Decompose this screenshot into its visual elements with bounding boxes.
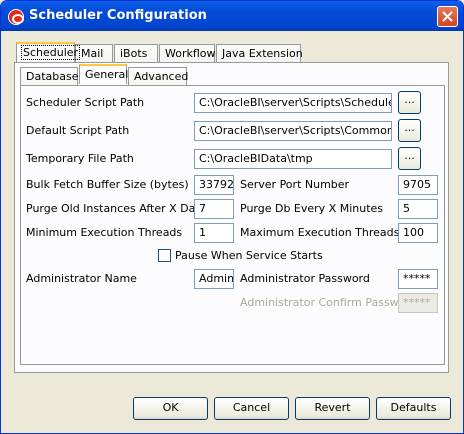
tab-scheduler[interactable]: Scheduler <box>16 42 81 62</box>
administrator-confirm-password-input: ***** <box>398 293 438 313</box>
administrator-name-label: Administrator Name <box>26 272 137 285</box>
scheduler-script-path-input[interactable]: C:\OracleBI\server\Scripts\Scheduler <box>194 93 392 113</box>
browse-default-script-path-button[interactable]: ... <box>398 119 421 142</box>
max-execution-threads-input[interactable]: 100 <box>398 223 438 243</box>
cancel-button[interactable]: Cancel <box>214 397 289 420</box>
tab-general[interactable]: General <box>79 64 128 84</box>
pause-when-service-starts-checkbox[interactable] <box>158 249 171 262</box>
tab-java-extension[interactable]: Java Extension <box>216 44 303 64</box>
purge-old-instances-input[interactable]: 7 <box>194 199 234 219</box>
pause-when-service-starts-label: Pause When Service Starts <box>175 249 323 262</box>
close-icon <box>442 11 453 22</box>
administrator-name-input[interactable]: Admini <box>194 269 234 289</box>
purge-old-instances-label: Purge Old Instances After X Days <box>26 202 208 215</box>
scheduler-configuration-window: Scheduler Configuration Scheduler Mail i… <box>0 0 464 434</box>
title-bar[interactable]: Scheduler Configuration <box>1 1 463 31</box>
min-execution-threads-label: Minimum Execution Threads <box>26 226 183 239</box>
close-button[interactable] <box>437 6 458 27</box>
administrator-confirm-password-label: Administrator Confirm Password <box>240 296 417 309</box>
max-execution-threads-label: Maximum Execution Threads <box>240 226 400 239</box>
tab-mail[interactable]: Mail <box>75 44 113 64</box>
min-execution-threads-input[interactable]: 1 <box>194 223 234 243</box>
purge-db-every-label: Purge Db Every X Minutes <box>240 202 384 215</box>
window-title: Scheduler Configuration <box>29 8 207 23</box>
browse-temporary-file-path-button[interactable]: ... <box>398 147 421 170</box>
bulk-fetch-buffer-size-input[interactable]: 33792 <box>194 175 234 195</box>
tab-advanced[interactable]: Advanced <box>128 67 188 87</box>
ok-button[interactable]: OK <box>133 397 208 420</box>
default-script-path-input[interactable]: C:\OracleBI\server\Scripts\Common <box>194 121 392 141</box>
server-port-number-input[interactable]: 9705 <box>398 175 438 195</box>
tab-ibots[interactable]: iBots <box>114 44 158 64</box>
tab-workflow[interactable]: Workflow <box>159 44 216 64</box>
browse-scheduler-script-path-button[interactable]: ... <box>398 91 421 114</box>
bulk-fetch-buffer-size-label: Bulk Fetch Buffer Size (bytes) <box>26 178 189 191</box>
administrator-password-label: Administrator Password <box>240 272 370 285</box>
temporary-file-path-label: Temporary File Path <box>26 152 134 165</box>
administrator-password-input[interactable]: ***** <box>398 269 438 289</box>
default-script-path-label: Default Script Path <box>26 124 130 137</box>
revert-button[interactable]: Revert <box>295 397 370 420</box>
scheduler-script-path-label: Scheduler Script Path <box>26 96 145 109</box>
purge-db-every-input[interactable]: 5 <box>398 199 438 219</box>
temporary-file-path-input[interactable]: C:\OracleBIData\tmp <box>194 149 392 169</box>
server-port-number-label: Server Port Number <box>240 178 350 191</box>
tab-database[interactable]: Database <box>20 67 79 87</box>
defaults-button[interactable]: Defaults <box>376 397 451 420</box>
oracle-logo-icon <box>8 9 24 25</box>
